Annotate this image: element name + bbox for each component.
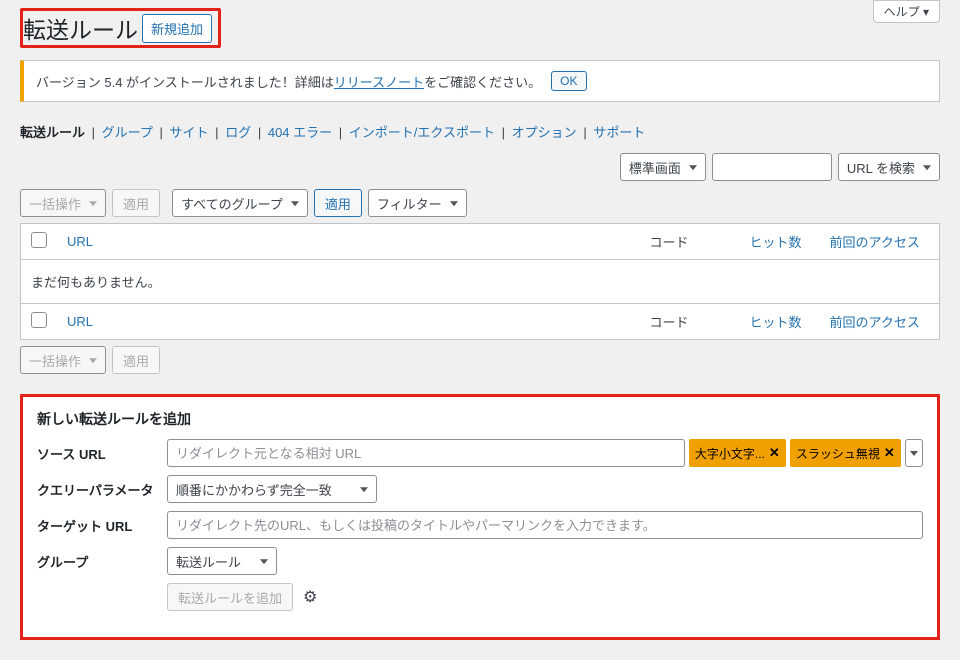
subnav-item-groups[interactable]: グループ xyxy=(102,125,153,140)
subnav-item-support[interactable]: サポート xyxy=(593,125,645,140)
query-param-select[interactable]: 順番にかかわらず完全一致 xyxy=(167,475,377,503)
help-tab-label: ヘルプ xyxy=(884,5,920,19)
select-all-checkbox-top[interactable] xyxy=(31,232,47,248)
bulk-apply-button-top[interactable]: 適用 xyxy=(112,189,160,217)
label-target-url: ターゲット URL xyxy=(37,516,167,535)
page-title: 転送ルール xyxy=(23,11,138,45)
release-notes-link[interactable]: リリースノート xyxy=(334,75,424,90)
target-url-input[interactable] xyxy=(167,511,923,539)
filter-apply-button[interactable]: 適用 xyxy=(314,189,362,217)
label-source-url: ソース URL xyxy=(37,444,167,463)
search-type-select[interactable]: URL を検索 xyxy=(838,153,940,181)
column-footer-url[interactable]: URL xyxy=(57,304,640,340)
select-all-checkbox-bottom[interactable] xyxy=(31,312,47,328)
column-header-url[interactable]: URL xyxy=(57,224,640,260)
column-footer-last[interactable]: 前回のアクセス xyxy=(820,304,940,340)
notice-ok-button[interactable]: OK xyxy=(551,71,586,91)
search-input[interactable] xyxy=(712,153,832,181)
chip-case-remove-icon[interactable]: ✕ xyxy=(769,445,780,461)
subnav-item-log[interactable]: ログ xyxy=(225,125,251,140)
subnav-item-404[interactable]: 404 エラー xyxy=(268,125,332,140)
install-notice: バージョン 5.4 がインストールされました！詳細はリリースノートをご確認くださ… xyxy=(20,60,940,102)
chip-slash[interactable]: スラッシュ無視✕ xyxy=(790,439,901,467)
display-mode-select[interactable]: 標準画面 xyxy=(620,153,706,181)
chip-slash-remove-icon[interactable]: ✕ xyxy=(884,445,895,461)
column-footer-code: コード xyxy=(640,304,740,340)
group-filter-select[interactable]: すべてのグループ xyxy=(172,189,308,217)
help-tab[interactable]: ヘルプ ▾ xyxy=(873,0,940,23)
label-query: クエリーパラメータ xyxy=(37,480,167,499)
redirects-table: URL コード ヒット数 前回のアクセス まだ何もありません。 URL コード … xyxy=(20,223,940,340)
form-title: 新しい転送ルールを追加 xyxy=(37,409,923,429)
subnav-item-import-export[interactable]: インポート/エクスポート xyxy=(349,125,495,140)
column-header-code: コード xyxy=(640,224,740,260)
source-url-input[interactable] xyxy=(167,439,685,467)
source-options-toggle[interactable] xyxy=(905,439,923,467)
group-select[interactable]: 転送ルール xyxy=(167,547,277,575)
subnav-item-site[interactable]: サイト xyxy=(170,125,209,140)
column-header-last[interactable]: 前回のアクセス xyxy=(820,224,940,260)
bulk-apply-button-bottom[interactable]: 適用 xyxy=(112,346,160,374)
bulk-action-select-bottom[interactable]: 一括操作 xyxy=(20,346,106,374)
column-footer-hits[interactable]: ヒット数 xyxy=(740,304,820,340)
label-group: グループ xyxy=(37,552,167,571)
add-redirect-button[interactable]: 転送ルールを追加 xyxy=(167,583,293,611)
column-header-hits[interactable]: ヒット数 xyxy=(740,224,820,260)
chip-case[interactable]: 大字小文字...✕ xyxy=(689,439,786,467)
add-new-button[interactable]: 新規追加 xyxy=(142,14,212,43)
subnav-item-redirects[interactable]: 転送ルール xyxy=(20,125,85,140)
bulk-action-select-top[interactable]: 一括操作 xyxy=(20,189,106,217)
gear-icon[interactable]: ⚙ xyxy=(297,587,323,607)
subnav-item-options[interactable]: オプション xyxy=(512,125,577,140)
add-redirect-form: 新しい転送ルールを追加 ソース URL 大字小文字...✕ スラッシュ無視✕ ク… xyxy=(20,394,940,640)
filter-select[interactable]: フィルター xyxy=(368,189,467,217)
sub-navigation: 転送ルール | グループ | サイト | ログ | 404 エラー | インポー… xyxy=(20,122,940,141)
no-items-row: まだ何もありません。 xyxy=(21,260,940,304)
notice-text: バージョン 5.4 がインストールされました！詳細はリリースノートをご確認くださ… xyxy=(36,72,541,91)
